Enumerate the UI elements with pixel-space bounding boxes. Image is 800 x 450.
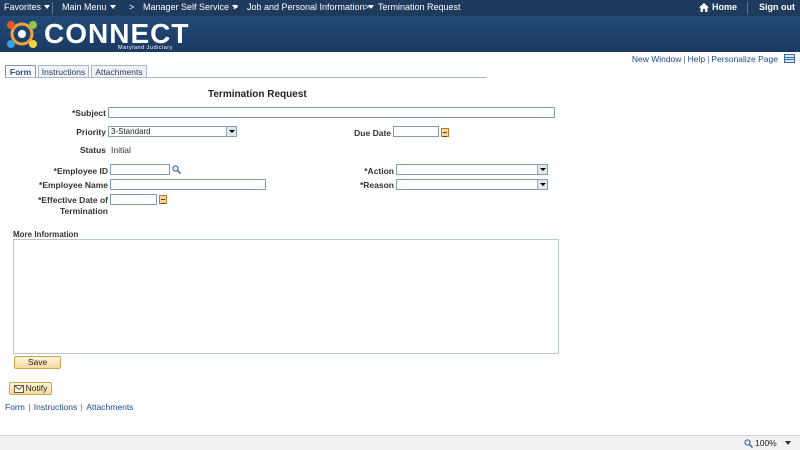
chevron-down-icon [784,441,791,445]
effective-date-input[interactable] [110,194,157,205]
search-icon[interactable] [172,165,181,174]
bottom-link-attachments[interactable]: Attachments [86,402,133,412]
notify-label: Notify [25,383,48,393]
bottom-links: Form | Instructions | Attachments [5,402,133,412]
reason-select[interactable] [396,179,548,190]
zoom-level: 100% [755,438,777,448]
breadcrumb-job-personal-info[interactable]: Job and Personal Information [247,2,374,12]
more-information-textarea[interactable] [13,239,559,354]
breadcrumb-label: Manager Self Service [143,2,230,12]
nav-divider [747,2,748,14]
breadcrumb-manager-self-service[interactable]: Manager Self Service [143,2,239,12]
tab-label: Attachments [95,67,143,77]
reason-label: *Reason [359,180,394,190]
zoom-control[interactable]: 100% [744,438,791,448]
chevron-right-icon: > [364,2,370,12]
breadcrumb-separator: > [233,2,238,12]
chevron-right-icon: > [129,2,135,12]
page-menu-icon[interactable] [784,54,795,63]
home-link[interactable]: Home [699,2,737,12]
due-date-input[interactable] [393,126,439,137]
help-link[interactable]: Help [688,54,705,64]
sign-out-link[interactable]: Sign out [759,2,795,12]
link-divider: | [78,402,86,412]
status-label: Status [80,145,106,155]
browser-status-bar [0,435,800,450]
link-divider: | [683,54,686,64]
link-divider: | [707,54,710,64]
employee-name-input[interactable] [110,179,266,190]
breadcrumb-separator: > [129,2,134,12]
tab-underline [5,77,487,78]
notify-button[interactable]: Notify [9,382,52,395]
page-title: Termination Request [208,89,307,100]
brand-subtitle: Maryland Judiciary [118,45,173,51]
breadcrumb-label: Termination Request [378,2,461,12]
priority-select[interactable]: 3-Standard [108,126,237,137]
effective-date-label-line1: *Effective Date of [38,195,108,205]
top-nav-bar: Favorites Main Menu > Manager Self Servi… [0,0,800,16]
chevron-down-icon [226,127,236,136]
breadcrumb-label: Job and Personal Information [247,2,365,12]
subject-input[interactable] [108,107,555,118]
favorites-menu[interactable]: Favorites [4,2,51,12]
calendar-icon[interactable] [441,128,449,137]
action-select[interactable] [396,164,548,175]
home-label: Home [712,2,738,12]
sign-out-label: Sign out [759,2,795,12]
employee-name-label: *Employee Name [39,180,108,190]
employee-id-input[interactable] [110,164,170,175]
bottom-link-instructions[interactable]: Instructions [34,402,77,412]
personalize-page-link[interactable]: Personalize Page [711,54,778,64]
action-label: *Action [364,166,394,176]
new-window-link[interactable]: New Window [632,54,682,64]
employee-id-label: *Employee ID [53,166,108,176]
effective-date-label: *Effective Date of Termination [30,195,108,217]
chevron-down-icon [109,5,116,9]
calendar-icon[interactable] [159,195,167,204]
more-information-label: More Information [13,230,79,239]
main-menu-label: Main Menu [62,2,107,12]
link-divider: | [25,402,33,412]
chevron-down-icon [537,165,547,174]
breadcrumb-termination-request[interactable]: Termination Request [378,2,461,12]
envelope-icon [13,384,24,393]
favorites-label: Favorites [4,2,42,12]
home-icon [699,2,709,12]
due-date-label: Due Date [354,128,391,138]
bottom-link-form[interactable]: Form [5,402,25,412]
chevron-right-icon: > [233,2,239,12]
priority-label: Priority [76,127,106,137]
save-label: Save [27,357,48,367]
chevron-down-icon [537,180,547,189]
status-value: Initial [111,145,131,155]
main-menu[interactable]: Main Menu [62,2,116,12]
connect-logo-icon [7,21,37,48]
nav-divider [52,2,53,14]
zoom-icon [744,438,753,448]
tab-label: Form [9,67,32,77]
breadcrumb-separator: > [364,2,369,12]
save-button[interactable]: Save [14,356,61,369]
subject-label: *Subject [71,108,106,118]
tab-label: Instructions [41,67,86,77]
effective-date-label-line2: Termination [59,206,108,216]
priority-value: 3-Standard [111,127,151,136]
page-links: New Window | Help | Personalize Page [632,54,778,64]
chevron-down-icon [44,5,51,9]
